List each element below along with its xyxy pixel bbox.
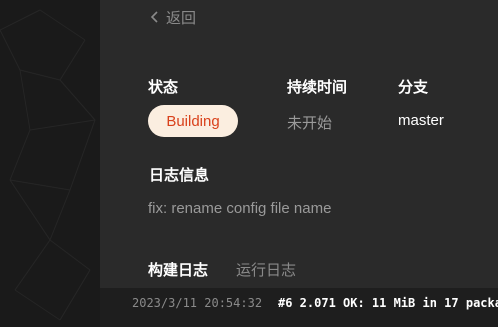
app-root: 返回 状态 持续时间 分支 Building 未开始 master 日志信息 f… xyxy=(0,0,498,327)
left-background-pane xyxy=(0,0,100,327)
log-timestamp: 2023/3/11 20:54:32 xyxy=(132,296,263,310)
back-button[interactable]: 返回 xyxy=(150,7,196,27)
status-label: 状态 xyxy=(148,79,179,96)
back-label: 返回 xyxy=(166,9,197,27)
chevron-left-icon xyxy=(150,11,158,23)
network-pattern-decoration xyxy=(0,9,96,321)
branch-value: master xyxy=(398,112,444,129)
duration-label: 持续时间 xyxy=(287,79,348,96)
log-line-text: #6 2.071 OK: 11 MiB in 17 packa xyxy=(278,296,498,310)
branch-label: 分支 xyxy=(398,79,429,96)
tab-build-log[interactable]: 构建日志 xyxy=(148,259,208,280)
duration-value: 未开始 xyxy=(287,115,333,132)
tab-run-log[interactable]: 运行日志 xyxy=(236,259,296,280)
status-badge: Building xyxy=(148,105,238,137)
log-info-title: 日志信息 xyxy=(149,167,210,184)
commit-message: fix: rename config file name xyxy=(148,200,332,217)
